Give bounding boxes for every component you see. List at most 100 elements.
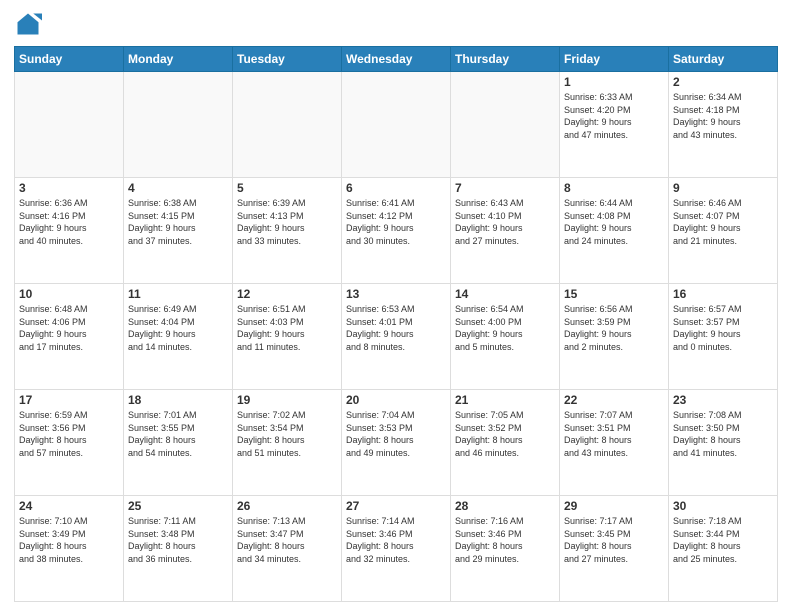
day-number: 28 xyxy=(455,499,555,513)
day-info: Sunrise: 6:34 AM Sunset: 4:18 PM Dayligh… xyxy=(673,91,773,141)
week-row-0: 1 Sunrise: 6:33 AM Sunset: 4:20 PM Daylig… xyxy=(15,72,778,178)
day-number: 15 xyxy=(564,287,664,301)
calendar-cell: 7 Sunrise: 6:43 AM Sunset: 4:10 PM Daylig… xyxy=(451,178,560,284)
weekday-header-sunday: Sunday xyxy=(15,47,124,72)
day-info: Sunrise: 6:44 AM Sunset: 4:08 PM Dayligh… xyxy=(564,197,664,247)
day-info: Sunrise: 7:17 AM Sunset: 3:45 PM Dayligh… xyxy=(564,515,664,565)
day-info: Sunrise: 6:39 AM Sunset: 4:13 PM Dayligh… xyxy=(237,197,337,247)
logo-icon xyxy=(14,10,42,38)
day-number: 16 xyxy=(673,287,773,301)
day-number: 26 xyxy=(237,499,337,513)
day-info: Sunrise: 7:05 AM Sunset: 3:52 PM Dayligh… xyxy=(455,409,555,459)
day-number: 21 xyxy=(455,393,555,407)
calendar-cell: 19Sunrise: 7:02 AM Sunset: 3:54 PM Dayli… xyxy=(233,390,342,496)
calendar: SundayMondayTuesdayWednesdayThursdayFrid… xyxy=(14,46,778,602)
week-row-2: 10 Sunrise: 6:48 AM Sunset: 4:06 PM Dayli… xyxy=(15,284,778,390)
calendar-cell: 22Sunrise: 7:07 AM Sunset: 3:51 PM Dayli… xyxy=(560,390,669,496)
calendar-cell: 29 Sunrise: 7:17 AM Sunset: 3:45 PM Dayli… xyxy=(560,496,669,602)
day-info: Sunrise: 7:18 AM Sunset: 3:44 PM Dayligh… xyxy=(673,515,773,565)
calendar-cell: 14 Sunrise: 6:54 AM Sunset: 4:00 PM Dayli… xyxy=(451,284,560,390)
day-number: 22 xyxy=(564,393,664,407)
day-number: 14 xyxy=(455,287,555,301)
day-info: Sunrise: 6:33 AM Sunset: 4:20 PM Dayligh… xyxy=(564,91,664,141)
day-info: Sunrise: 6:56 AM Sunset: 3:59 PM Dayligh… xyxy=(564,303,664,353)
calendar-cell: 27 Sunrise: 7:14 AM Sunset: 3:46 PM Dayli… xyxy=(342,496,451,602)
day-info: Sunrise: 6:38 AM Sunset: 4:15 PM Dayligh… xyxy=(128,197,228,247)
calendar-cell xyxy=(124,72,233,178)
day-number: 27 xyxy=(346,499,446,513)
calendar-cell: 9 Sunrise: 6:46 AM Sunset: 4:07 PM Daylig… xyxy=(669,178,778,284)
calendar-cell: 18 Sunrise: 7:01 AM Sunset: 3:55 PM Dayli… xyxy=(124,390,233,496)
day-number: 23 xyxy=(673,393,773,407)
calendar-cell: 25 Sunrise: 7:11 AM Sunset: 3:48 PM Dayli… xyxy=(124,496,233,602)
calendar-cell: 20 Sunrise: 7:04 AM Sunset: 3:53 PM Dayli… xyxy=(342,390,451,496)
day-info: Sunrise: 6:36 AM Sunset: 4:16 PM Dayligh… xyxy=(19,197,119,247)
week-row-3: 17 Sunrise: 6:59 AM Sunset: 3:56 PM Dayli… xyxy=(15,390,778,496)
day-info: Sunrise: 6:57 AM Sunset: 3:57 PM Dayligh… xyxy=(673,303,773,353)
day-info: Sunrise: 7:13 AM Sunset: 3:47 PM Dayligh… xyxy=(237,515,337,565)
calendar-cell: 5 Sunrise: 6:39 AM Sunset: 4:13 PM Daylig… xyxy=(233,178,342,284)
calendar-body: 1 Sunrise: 6:33 AM Sunset: 4:20 PM Daylig… xyxy=(15,72,778,602)
calendar-cell: 26 Sunrise: 7:13 AM Sunset: 3:47 PM Dayli… xyxy=(233,496,342,602)
calendar-cell: 10 Sunrise: 6:48 AM Sunset: 4:06 PM Dayli… xyxy=(15,284,124,390)
day-number: 9 xyxy=(673,181,773,195)
day-number: 1 xyxy=(564,75,664,89)
day-info: Sunrise: 7:08 AM Sunset: 3:50 PM Dayligh… xyxy=(673,409,773,459)
day-number: 6 xyxy=(346,181,446,195)
day-number: 10 xyxy=(19,287,119,301)
page: SundayMondayTuesdayWednesdayThursdayFrid… xyxy=(0,0,792,612)
day-number: 25 xyxy=(128,499,228,513)
day-info: Sunrise: 7:01 AM Sunset: 3:55 PM Dayligh… xyxy=(128,409,228,459)
day-info: Sunrise: 6:41 AM Sunset: 4:12 PM Dayligh… xyxy=(346,197,446,247)
weekday-header-wednesday: Wednesday xyxy=(342,47,451,72)
weekday-header-tuesday: Tuesday xyxy=(233,47,342,72)
day-number: 7 xyxy=(455,181,555,195)
calendar-cell xyxy=(233,72,342,178)
day-info: Sunrise: 6:53 AM Sunset: 4:01 PM Dayligh… xyxy=(346,303,446,353)
week-row-4: 24 Sunrise: 7:10 AM Sunset: 3:49 PM Dayli… xyxy=(15,496,778,602)
day-number: 12 xyxy=(237,287,337,301)
day-info: Sunrise: 6:46 AM Sunset: 4:07 PM Dayligh… xyxy=(673,197,773,247)
day-info: Sunrise: 6:43 AM Sunset: 4:10 PM Dayligh… xyxy=(455,197,555,247)
calendar-cell: 24 Sunrise: 7:10 AM Sunset: 3:49 PM Dayli… xyxy=(15,496,124,602)
day-number: 3 xyxy=(19,181,119,195)
day-number: 18 xyxy=(128,393,228,407)
calendar-cell xyxy=(15,72,124,178)
calendar-header: SundayMondayTuesdayWednesdayThursdayFrid… xyxy=(15,47,778,72)
calendar-cell: 17 Sunrise: 6:59 AM Sunset: 3:56 PM Dayli… xyxy=(15,390,124,496)
day-info: Sunrise: 7:16 AM Sunset: 3:46 PM Dayligh… xyxy=(455,515,555,565)
calendar-cell: 15 Sunrise: 6:56 AM Sunset: 3:59 PM Dayli… xyxy=(560,284,669,390)
calendar-cell: 28 Sunrise: 7:16 AM Sunset: 3:46 PM Dayli… xyxy=(451,496,560,602)
day-info: Sunrise: 6:51 AM Sunset: 4:03 PM Dayligh… xyxy=(237,303,337,353)
calendar-cell: 1 Sunrise: 6:33 AM Sunset: 4:20 PM Daylig… xyxy=(560,72,669,178)
day-number: 20 xyxy=(346,393,446,407)
weekday-header-friday: Friday xyxy=(560,47,669,72)
calendar-cell: 21 Sunrise: 7:05 AM Sunset: 3:52 PM Dayli… xyxy=(451,390,560,496)
calendar-cell: 12 Sunrise: 6:51 AM Sunset: 4:03 PM Dayli… xyxy=(233,284,342,390)
calendar-cell: 30Sunrise: 7:18 AM Sunset: 3:44 PM Dayli… xyxy=(669,496,778,602)
day-info: Sunrise: 7:04 AM Sunset: 3:53 PM Dayligh… xyxy=(346,409,446,459)
calendar-cell: 2 Sunrise: 6:34 AM Sunset: 4:18 PM Daylig… xyxy=(669,72,778,178)
day-number: 5 xyxy=(237,181,337,195)
weekday-header-thursday: Thursday xyxy=(451,47,560,72)
day-info: Sunrise: 7:14 AM Sunset: 3:46 PM Dayligh… xyxy=(346,515,446,565)
day-info: Sunrise: 6:59 AM Sunset: 3:56 PM Dayligh… xyxy=(19,409,119,459)
day-number: 17 xyxy=(19,393,119,407)
day-number: 2 xyxy=(673,75,773,89)
day-info: Sunrise: 7:11 AM Sunset: 3:48 PM Dayligh… xyxy=(128,515,228,565)
day-info: Sunrise: 6:49 AM Sunset: 4:04 PM Dayligh… xyxy=(128,303,228,353)
day-number: 13 xyxy=(346,287,446,301)
day-number: 24 xyxy=(19,499,119,513)
day-info: Sunrise: 7:10 AM Sunset: 3:49 PM Dayligh… xyxy=(19,515,119,565)
day-number: 8 xyxy=(564,181,664,195)
calendar-cell xyxy=(342,72,451,178)
day-info: Sunrise: 6:54 AM Sunset: 4:00 PM Dayligh… xyxy=(455,303,555,353)
day-number: 29 xyxy=(564,499,664,513)
calendar-cell: 13 Sunrise: 6:53 AM Sunset: 4:01 PM Dayli… xyxy=(342,284,451,390)
calendar-cell xyxy=(451,72,560,178)
header xyxy=(14,10,778,38)
calendar-cell: 3 Sunrise: 6:36 AM Sunset: 4:16 PM Daylig… xyxy=(15,178,124,284)
calendar-cell: 8 Sunrise: 6:44 AM Sunset: 4:08 PM Daylig… xyxy=(560,178,669,284)
day-info: Sunrise: 7:02 AM Sunset: 3:54 PM Dayligh… xyxy=(237,409,337,459)
day-info: Sunrise: 6:48 AM Sunset: 4:06 PM Dayligh… xyxy=(19,303,119,353)
